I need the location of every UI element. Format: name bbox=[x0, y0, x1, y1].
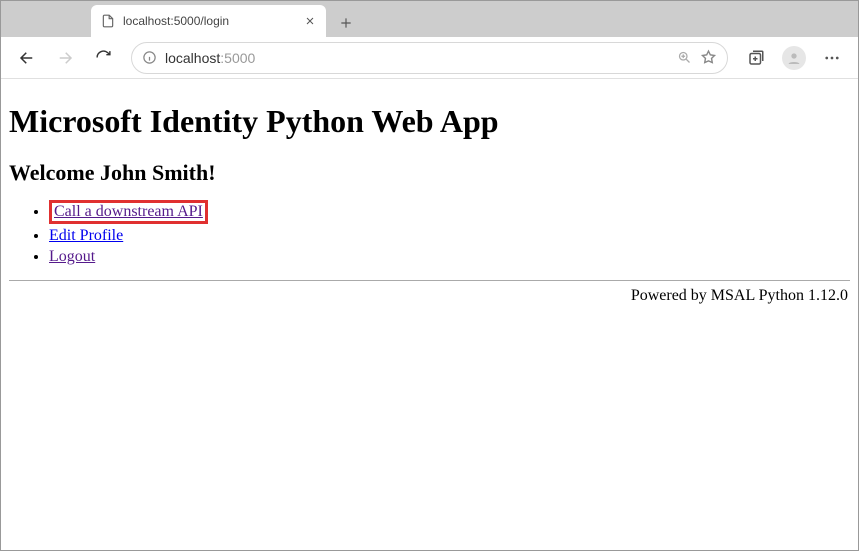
forward-button[interactable] bbox=[49, 42, 81, 74]
back-button[interactable] bbox=[11, 42, 43, 74]
list-item: Logout bbox=[49, 248, 850, 266]
footer-text: Powered by MSAL Python 1.12.0 bbox=[9, 287, 850, 305]
edit-profile-link[interactable]: Edit Profile bbox=[49, 227, 123, 244]
tab-title: localhost:5000/login bbox=[123, 14, 296, 28]
highlight-box: Call a downstream API bbox=[49, 200, 208, 224]
nav-list: Call a downstream API Edit Profile Logou… bbox=[9, 200, 850, 266]
profile-button[interactable] bbox=[778, 42, 810, 74]
page-title: Microsoft Identity Python Web App bbox=[9, 103, 850, 140]
welcome-heading: Welcome John Smith! bbox=[9, 160, 850, 186]
tab-close-icon[interactable] bbox=[304, 15, 316, 27]
favorites-icon[interactable] bbox=[700, 49, 717, 66]
collections-icon[interactable] bbox=[740, 42, 772, 74]
call-api-link[interactable]: Call a downstream API bbox=[54, 203, 203, 220]
page-icon bbox=[101, 14, 115, 28]
address-bar[interactable]: localhost:5000 bbox=[131, 42, 728, 74]
refresh-button[interactable] bbox=[87, 42, 119, 74]
url-text: localhost:5000 bbox=[165, 50, 255, 66]
divider bbox=[9, 280, 850, 281]
browser-tab-bar: localhost:5000/login bbox=[1, 1, 858, 37]
avatar bbox=[782, 46, 806, 70]
list-item: Edit Profile bbox=[49, 227, 850, 245]
page-content: Microsoft Identity Python Web App Welcom… bbox=[1, 79, 858, 313]
logout-link[interactable]: Logout bbox=[49, 248, 95, 265]
browser-toolbar: localhost:5000 bbox=[1, 37, 858, 79]
zoom-icon[interactable] bbox=[677, 50, 692, 65]
browser-tab[interactable]: localhost:5000/login bbox=[91, 5, 326, 37]
menu-button[interactable] bbox=[816, 42, 848, 74]
site-info-icon[interactable] bbox=[142, 50, 157, 65]
list-item: Call a downstream API bbox=[49, 200, 850, 224]
new-tab-button[interactable] bbox=[332, 9, 360, 37]
